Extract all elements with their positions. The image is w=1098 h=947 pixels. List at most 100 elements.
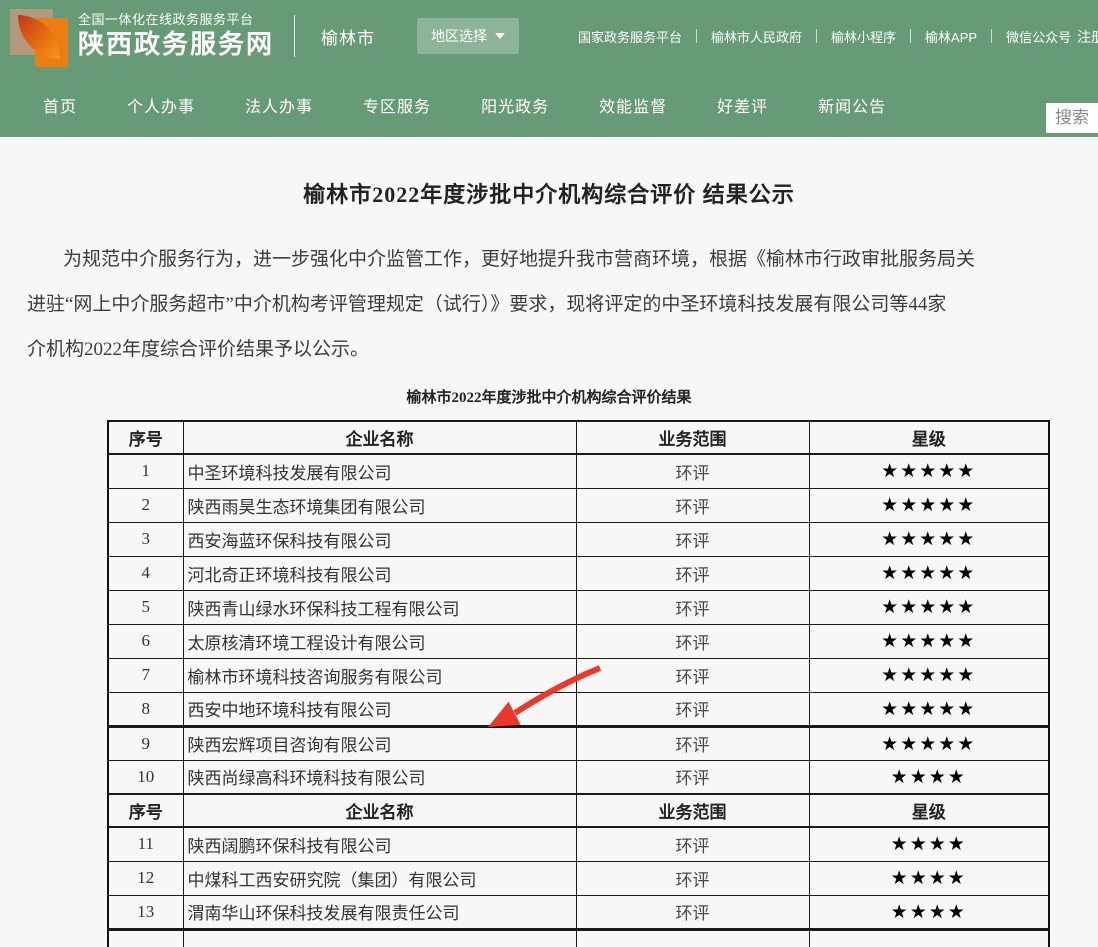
cell-stars: ★★★★ — [809, 827, 1049, 861]
link-separator — [696, 29, 697, 43]
table-row: 3西安海蓝环保科技有限公司环评★★★★★ — [108, 522, 1049, 556]
column-header: 序号 — [108, 421, 183, 454]
cell-name: 陕西雨昊生态环境集团有限公司 — [183, 488, 576, 522]
nav-item-4[interactable]: 阳光政务 — [481, 93, 549, 117]
notice-content: 榆林市2022年度涉批中介机构综合评价 结果公示 为规范中介服务行为，进一步强化… — [0, 137, 1098, 947]
cell-scope: 环评 — [576, 556, 809, 590]
header-divider — [294, 15, 295, 57]
cell-scope: 环评 — [576, 861, 809, 895]
chevron-down-icon — [495, 33, 505, 39]
current-city: 榆林市 — [321, 24, 375, 49]
nav-item-1[interactable]: 个人办事 — [127, 93, 195, 117]
table-row: 11陕西阔鹏环保科技有限公司环评★★★★ — [108, 827, 1049, 861]
top-link-2[interactable]: 榆林小程序 — [831, 27, 896, 46]
cell-scope: 环评 — [576, 454, 809, 488]
table-row: 4河北奇正环境科技有限公司环评★★★★★ — [108, 556, 1049, 590]
table-row: 13渭南华山环保科技发展有限责任公司环评★★★★ — [108, 895, 1049, 929]
cell-scope: 环评 — [576, 590, 809, 624]
cell-stars: ★★★★★ — [809, 726, 1049, 760]
main-nav-items: 首页 个人办事 法人办事 专区服务 阳光政务 效能监督 好差评 新闻公告 — [43, 93, 936, 117]
evaluation-results-table: 序号企业名称业务范围星级1中圣环境科技发展有限公司环评★★★★★2陕西雨昊生态环… — [107, 420, 1050, 947]
link-separator — [816, 29, 817, 43]
cell-stars: ★★★★ — [809, 895, 1049, 929]
cell-scope: 环评 — [576, 692, 809, 726]
nav-item-7[interactable]: 新闻公告 — [818, 93, 886, 117]
top-link-1[interactable]: 榆林市人民政府 — [711, 27, 802, 46]
table-row-partial — [108, 929, 1049, 947]
top-link-4[interactable]: 微信公众号 — [1006, 27, 1071, 46]
main-nav: 首页 个人办事 法人办事 专区服务 阳光政务 效能监督 好差评 新闻公告 — [0, 72, 1098, 137]
cell-no: 3 — [108, 522, 183, 556]
cell-no: 1 — [108, 454, 183, 488]
column-header: 企业名称 — [183, 794, 576, 827]
table-row: 6太原核清环境工程设计有限公司环评★★★★★ — [108, 624, 1049, 658]
cell-stars: ★★★★★ — [809, 624, 1049, 658]
table-header-row: 序号企业名称业务范围星级 — [108, 794, 1049, 827]
cell-no: 12 — [108, 861, 183, 895]
cell-name: 中煤科工西安研究院（集团）有限公司 — [183, 861, 576, 895]
cell-name: 陕西青山绿水环保科技工程有限公司 — [183, 590, 576, 624]
link-separator — [910, 29, 911, 43]
column-header: 星级 — [809, 794, 1049, 827]
cell-name: 河北奇正环境科技有限公司 — [183, 556, 576, 590]
cell-name: 西安中地环境科技有限公司 — [183, 692, 576, 726]
paragraph-line-2: 进驻“网上中介服务超市”中介机构考评管理规定（试行）》要求，现将评定的中圣环境科… — [0, 282, 1098, 327]
table-row: 1中圣环境科技发展有限公司环评★★★★★ — [108, 454, 1049, 488]
cell-stars: ★★★★★ — [809, 692, 1049, 726]
nav-item-2[interactable]: 法人办事 — [245, 93, 313, 117]
nav-item-0[interactable]: 首页 — [43, 93, 77, 117]
table-header-row: 序号企业名称业务范围星级 — [108, 421, 1049, 454]
column-header: 企业名称 — [183, 421, 576, 454]
cell-scope: 环评 — [576, 488, 809, 522]
cell-stars: ★★★★★ — [809, 522, 1049, 556]
table-row: 2陕西雨昊生态环境集团有限公司环评★★★★★ — [108, 488, 1049, 522]
cell-stars: ★★★★★ — [809, 556, 1049, 590]
table-row: 9陕西宏辉项目咨询有限公司环评★★★★★ — [108, 726, 1049, 760]
nav-item-5[interactable]: 效能监督 — [599, 93, 667, 117]
cell-stars: ★★★★ — [809, 861, 1049, 895]
cell-scope: 环评 — [576, 624, 809, 658]
cell-no: 11 — [108, 827, 183, 861]
cell-stars: ★★★★★ — [809, 658, 1049, 692]
site-name: 陕西政务服务网 — [78, 28, 274, 61]
cell-scope: 环评 — [576, 827, 809, 861]
cell-stars: ★★★★ — [809, 760, 1049, 794]
table-row: 5陕西青山绿水环保科技工程有限公司环评★★★★★ — [108, 590, 1049, 624]
cell-stars: ★★★★★ — [809, 488, 1049, 522]
paragraph-line-3: 介机构2022年度综合评价结果予以公示。 — [0, 327, 1098, 372]
cell-no: 13 — [108, 895, 183, 929]
region-select-label: 地区选择 — [431, 26, 487, 46]
cell-no: 7 — [108, 658, 183, 692]
column-header: 业务范围 — [576, 794, 809, 827]
cell-stars: ★★★★★ — [809, 590, 1049, 624]
cell-scope: 环评 — [576, 760, 809, 794]
cell-no: 10 — [108, 760, 183, 794]
cell-stars: ★★★★★ — [809, 454, 1049, 488]
table-row: 7榆林市环境科技咨询服务有限公司环评★★★★★ — [108, 658, 1049, 692]
top-link-3[interactable]: 榆林APP — [925, 27, 977, 46]
cell-name: 榆林市环境科技咨询服务有限公司 — [183, 658, 576, 692]
cell-no: 5 — [108, 590, 183, 624]
nav-item-3[interactable]: 专区服务 — [363, 93, 431, 117]
region-select-button[interactable]: 地区选择 — [417, 18, 519, 54]
cell-no: 9 — [108, 726, 183, 760]
page-title: 榆林市2022年度涉批中介机构综合评价 结果公示 — [0, 137, 1098, 209]
cell-name: 渭南华山环保科技发展有限责任公司 — [183, 895, 576, 929]
table-caption: 榆林市2022年度涉批中介机构综合评价结果 — [0, 386, 1098, 407]
cell-name: 太原核清环境工程设计有限公司 — [183, 624, 576, 658]
top-links: 国家政务服务平台 榆林市人民政府 榆林小程序 榆林APP 微信公众号 — [578, 0, 1071, 72]
cell-name: 中圣环境科技发展有限公司 — [183, 454, 576, 488]
table-row: 12中煤科工西安研究院（集团）有限公司环评★★★★ — [108, 861, 1049, 895]
cell-scope: 环评 — [576, 658, 809, 692]
search-input[interactable] — [1046, 103, 1098, 133]
top-link-0[interactable]: 国家政务服务平台 — [578, 27, 682, 46]
register-link[interactable]: 注册 — [1077, 27, 1098, 47]
site-logo-icon — [8, 5, 68, 67]
cell-name: 陕西阔鹏环保科技有限公司 — [183, 827, 576, 861]
nav-item-6[interactable]: 好差评 — [717, 93, 768, 117]
paragraph-line-1: 为规范中介服务行为，进一步强化中介监管工作，更好地提升我市营商环境，根据《榆林市… — [0, 237, 1098, 282]
site-header: 全国一体化在线政务服务平台 陕西政务服务网 榆林市 地区选择 国家政务服务平台榆… — [0, 0, 1098, 137]
cell-name: 陕西宏辉项目咨询有限公司 — [183, 726, 576, 760]
link-separator — [991, 29, 992, 43]
cell-no: 6 — [108, 624, 183, 658]
